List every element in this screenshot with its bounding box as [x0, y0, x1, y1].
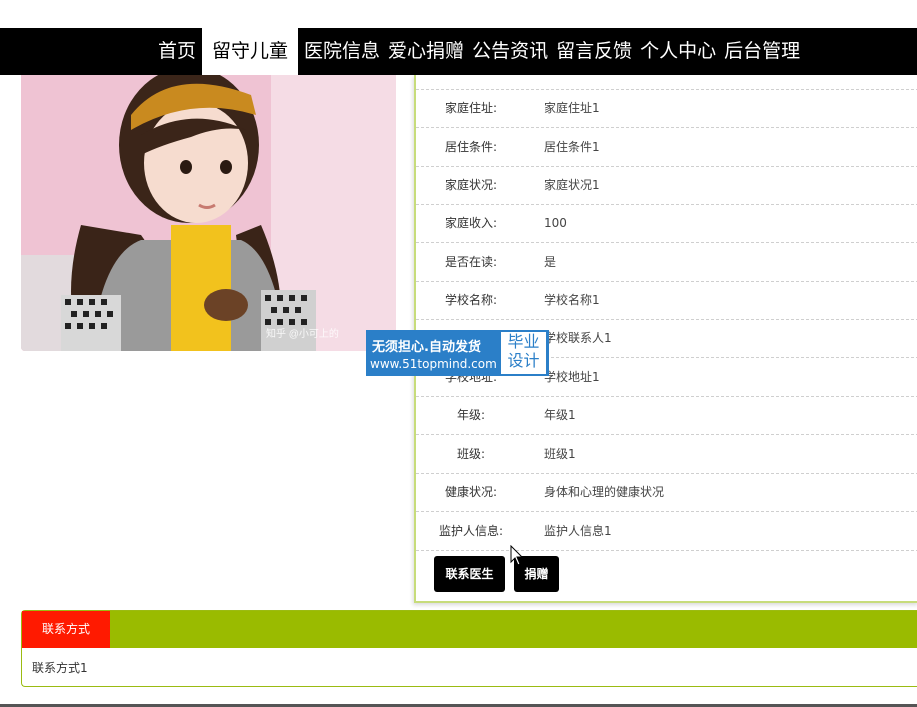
detail-value: 身体和心理的健康状况 — [544, 485, 665, 499]
child-photo-illustration: 知乎 @小可上的 — [21, 75, 396, 351]
detail-label: 家庭住址: — [444, 101, 498, 115]
detail-row-family-income: 家庭收入: 100 — [416, 204, 917, 243]
detail-value: 年级1 — [544, 408, 576, 422]
nav-item-left-behind-children[interactable]: 留守儿童 — [202, 28, 299, 75]
detail-value: 家庭状况1 — [544, 178, 600, 192]
detail-row-living-condition: 居住条件: 居住条件1 — [416, 128, 917, 167]
detail-label: 学校名称: — [444, 293, 498, 307]
contact-info-content: 联系方式1 — [32, 661, 88, 675]
nav-item-donation[interactable]: 爱心捐赠 — [384, 28, 468, 75]
watermark-ad: 无须担心.自动发货 www.51topmind.com 毕业 设计 — [366, 330, 549, 376]
partial-row-cutoff — [416, 75, 917, 90]
detail-row-home-address: 家庭住址: 家庭住址1 — [416, 89, 917, 128]
detail-row-health: 健康状况: 身体和心理的健康状况 — [416, 473, 917, 512]
photo-watermark-text: 知乎 @小可上的 — [266, 327, 339, 340]
detail-row-guardian: 监护人信息: 监护人信息1 — [416, 512, 917, 551]
detail-row-school-name: 学校名称: 学校名称1 — [416, 281, 917, 320]
detail-value: 学校地址1 — [544, 370, 600, 384]
detail-value: 居住条件1 — [544, 140, 600, 154]
detail-value: 学校联系人1 — [544, 331, 612, 345]
tab-contact-info[interactable]: 联系方式 — [22, 611, 110, 648]
contact-tab-bar: 联系方式 — [22, 611, 917, 648]
nav-item-personal-center[interactable]: 个人中心 — [636, 28, 720, 75]
watermark-badge-line1: 毕业 — [507, 332, 540, 351]
top-navigation-bar: 首页 留守儿童 医院信息 爱心捐赠 公告资讯 留言反馈 个人中心 后台管理 — [0, 28, 917, 75]
detail-label: 家庭状况: — [444, 178, 498, 192]
detail-value: 学校名称1 — [544, 293, 600, 307]
detail-label: 班级: — [456, 447, 486, 461]
detail-label: 居住条件: — [444, 140, 498, 154]
nav-item-admin[interactable]: 后台管理 — [720, 28, 804, 75]
detail-value: 班级1 — [544, 447, 576, 461]
watermark-badge: 毕业 设计 — [501, 332, 546, 374]
detail-row-grade: 年级: 年级1 — [416, 396, 917, 435]
nav-item-home[interactable]: 首页 — [154, 28, 200, 75]
watermark-line1: 无须担心.自动发货 — [372, 340, 481, 355]
contact-section: 联系方式 联系方式1 — [21, 610, 917, 687]
contact-doctor-button[interactable]: 联系医生 — [434, 556, 505, 592]
detail-label: 是否在读: — [444, 255, 498, 269]
detail-value: 家庭住址1 — [544, 101, 600, 115]
watermark-line2: www.51topmind.com — [370, 357, 497, 371]
mouse-cursor-icon — [510, 544, 524, 571]
detail-row-class: 班级: 班级1 — [416, 435, 917, 474]
detail-row-in-school: 是否在读: 是 — [416, 243, 917, 282]
detail-value: 100 — [544, 216, 567, 230]
detail-label: 年级: — [456, 408, 486, 422]
watermark-text-block: 无须担心.自动发货 www.51topmind.com — [366, 330, 500, 376]
child-photo: 知乎 @小可上的 — [21, 75, 396, 351]
main-nav: 首页 留守儿童 医院信息 爱心捐赠 公告资讯 留言反馈 个人中心 后台管理 — [154, 28, 804, 75]
nav-item-feedback[interactable]: 留言反馈 — [552, 28, 636, 75]
nav-item-hospital-info[interactable]: 医院信息 — [300, 28, 384, 75]
nav-item-announcements[interactable]: 公告资讯 — [468, 28, 552, 75]
detail-value: 监护人信息1 — [544, 524, 612, 538]
detail-value: 是 — [544, 255, 557, 269]
detail-label: 家庭收入: — [444, 216, 498, 230]
watermark-badge-line2: 设计 — [507, 351, 540, 370]
detail-label: 健康状况: — [444, 485, 498, 499]
detail-row-family-status: 家庭状况: 家庭状况1 — [416, 166, 917, 205]
